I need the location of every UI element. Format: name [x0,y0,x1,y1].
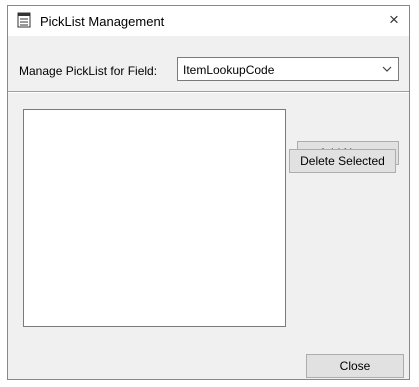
close-button[interactable]: Close [306,354,404,378]
picklist-listbox[interactable] [23,109,286,327]
title-bar: PickList Management × [8,6,409,36]
delete-selected-button[interactable]: Delete Selected [289,149,396,173]
manage-bar: Manage PickList for Field: ItemLookupCod… [8,50,409,86]
chevron-down-icon[interactable] [382,65,392,73]
separator-highlight [8,92,409,93]
field-select-value: ItemLookupCode [183,63,275,77]
close-window-icon[interactable]: × [383,9,405,31]
picklist-dialog: PickList Management × Manage PickList fo… [7,5,410,380]
window-title: PickList Management [40,14,165,29]
app-icon [17,12,31,28]
manage-field-label: Manage PickList for Field: [19,64,158,78]
field-select[interactable]: ItemLookupCode [177,57,399,81]
